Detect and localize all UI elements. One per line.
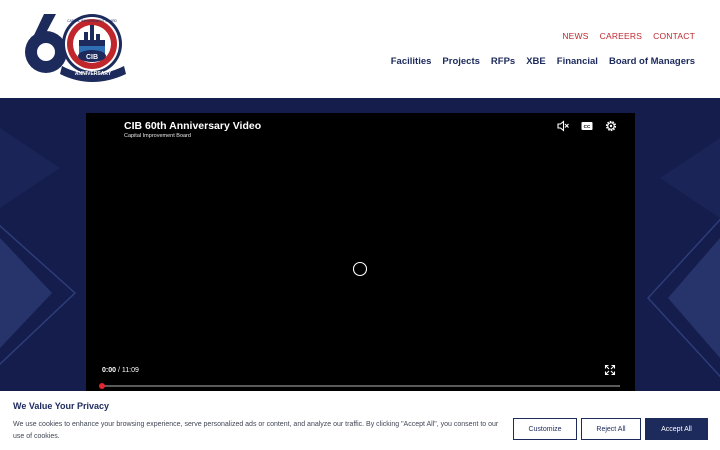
fullscreen-icon[interactable] xyxy=(604,364,616,376)
reject-all-button[interactable]: Reject All xyxy=(581,418,641,440)
cookie-consent-banner: We Value Your Privacy We use cookies to … xyxy=(0,391,720,450)
progress-scrubber[interactable] xyxy=(99,383,105,389)
nav-item-xbe[interactable]: XBE xyxy=(526,56,546,67)
video-player[interactable]: CIB 60th Anniversary Video Capital Impro… xyxy=(86,113,635,403)
main-nav: Facilities Projects RFPs XBE Financial B… xyxy=(391,56,695,67)
utility-nav: NEWS CAREERS CONTACT xyxy=(562,31,695,41)
logo-banner-text: ANNIVERSARY xyxy=(75,71,112,77)
nav-link-careers[interactable]: CAREERS xyxy=(600,31,643,41)
accept-all-button[interactable]: Accept All xyxy=(645,418,708,440)
site-header: CAPITAL IMPROVEMENT BOARD CIB ANNIVERSAR… xyxy=(0,0,720,98)
cookie-description: We use cookies to enhance your browsing … xyxy=(13,421,499,440)
nav-link-news[interactable]: NEWS xyxy=(562,31,588,41)
mute-icon[interactable] xyxy=(556,119,570,133)
loading-spinner-icon xyxy=(352,261,368,277)
nav-item-projects[interactable]: Projects xyxy=(442,56,480,67)
svg-text:CC: CC xyxy=(584,124,591,129)
video-title[interactable]: CIB 60th Anniversary Video xyxy=(124,120,261,132)
nav-item-board-of-managers[interactable]: Board of Managers xyxy=(609,56,695,67)
logo-ring-text: CAPITAL IMPROVEMENT BOARD xyxy=(67,19,117,23)
video-time: 0:00 / 11:09 xyxy=(102,367,139,374)
current-time: 0:00 xyxy=(102,367,117,374)
cookie-title: We Value Your Privacy xyxy=(13,401,110,411)
nav-link-contact[interactable]: CONTACT xyxy=(653,31,695,41)
customize-button[interactable]: Customize xyxy=(513,418,577,440)
cib-60th-anniversary-logo[interactable]: CAPITAL IMPROVEMENT BOARD CIB ANNIVERSAR… xyxy=(22,10,128,86)
video-channel[interactable]: Capital Improvement Board xyxy=(124,133,191,139)
settings-icon[interactable] xyxy=(604,119,618,133)
duration: 11:09 xyxy=(121,367,139,374)
video-progress-bar[interactable] xyxy=(99,383,620,389)
nav-item-rfps[interactable]: RFPs xyxy=(491,56,515,67)
nav-item-facilities[interactable]: Facilities xyxy=(391,56,432,67)
time-separator: / xyxy=(117,367,120,374)
nav-item-financial[interactable]: Financial xyxy=(557,56,598,67)
captions-icon[interactable]: CC xyxy=(580,119,594,133)
logo-cib-text: CIB xyxy=(86,54,98,61)
